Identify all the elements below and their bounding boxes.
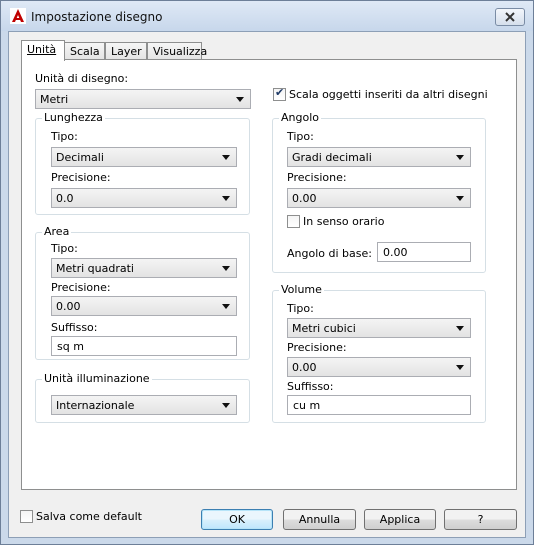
volume-suffix-value: cu m — [293, 399, 321, 412]
volume-type-label: Tipo: — [287, 302, 314, 315]
area-precision-value: 0.00 — [56, 300, 81, 313]
tab-label: Scala — [70, 45, 100, 58]
tab-label: Layer — [111, 45, 142, 58]
area-precision-label: Precisione: — [51, 281, 111, 294]
chevron-down-icon — [222, 266, 230, 271]
volume-type-value: Metri cubici — [292, 322, 356, 335]
tab-units[interactable]: Unità — [21, 40, 65, 61]
area-precision-select[interactable]: 0.00 — [51, 296, 237, 316]
area-group-title: Area — [42, 225, 72, 238]
chevron-down-icon — [222, 403, 230, 408]
scale-inserted-label: Scala oggetti inseriti da altri disegni — [289, 88, 488, 101]
angle-precision-select[interactable]: 0.00 — [287, 188, 471, 208]
angle-group: Angolo Tipo: Gradi decimali Precisione: … — [272, 111, 486, 273]
dialog-client: Unità Scala Layer Visualizza Unità di di… — [8, 31, 526, 538]
area-suffix-label: Suffisso: — [51, 321, 98, 334]
area-type-value: Metri quadrati — [56, 262, 134, 275]
tab-label: Visualizza — [153, 45, 208, 58]
autocad-a-icon — [10, 8, 26, 24]
area-type-label: Tipo: — [51, 242, 78, 255]
tab-scale[interactable]: Scala — [64, 42, 105, 60]
volume-suffix-input[interactable]: cu m — [287, 395, 471, 415]
angle-precision-label: Precisione: — [287, 171, 347, 184]
scale-inserted-checkbox[interactable] — [273, 86, 286, 101]
lighting-group: Unità illuminazione Internazionale — [35, 372, 250, 423]
help-button[interactable]: ? — [444, 509, 517, 530]
chevron-down-icon — [236, 97, 244, 102]
area-suffix-value: sq m — [57, 340, 84, 353]
ok-button-label: OK — [229, 513, 245, 526]
length-precision-label: Precisione: — [51, 171, 111, 184]
angle-type-value: Gradi decimali — [292, 151, 372, 164]
title-bar[interactable]: Impostazione disegno — [1, 1, 533, 31]
base-angle-input[interactable]: 0.00 — [377, 242, 471, 262]
tab-label: Unità — [27, 43, 57, 56]
length-type-select[interactable]: Decimali — [51, 147, 237, 167]
chevron-down-icon — [222, 155, 230, 160]
save-default-checkbox[interactable] — [20, 510, 33, 523]
length-precision-value: 0.0 — [56, 192, 74, 205]
area-type-select[interactable]: Metri quadrati — [51, 258, 237, 278]
length-group: Lunghezza Tipo: Decimali Precisione: 0.0 — [35, 111, 250, 215]
base-angle-label: Angolo di base: — [287, 247, 372, 260]
length-type-value: Decimali — [56, 151, 104, 164]
close-icon — [505, 12, 515, 22]
drawing-units-select[interactable]: Metri — [35, 89, 251, 109]
apply-button[interactable]: Applica — [364, 509, 436, 530]
help-button-label: ? — [477, 513, 484, 526]
clockwise-label: In senso orario — [303, 215, 385, 228]
chevron-down-icon — [456, 326, 464, 331]
area-group: Area Tipo: Metri quadrati Precisione: 0.… — [35, 225, 250, 360]
cancel-button[interactable]: Annulla — [283, 509, 356, 530]
clockwise-checkbox[interactable] — [287, 215, 300, 228]
angle-type-select[interactable]: Gradi decimali — [287, 147, 471, 167]
apply-button-label: Applica — [379, 513, 421, 526]
volume-precision-value: 0.00 — [292, 361, 317, 374]
volume-group-title: Volume — [279, 283, 324, 296]
volume-type-select[interactable]: Metri cubici — [287, 318, 471, 338]
lighting-units-value: Internazionale — [56, 399, 135, 412]
drawing-units-value: Metri — [40, 93, 69, 106]
volume-precision-label: Precisione: — [287, 341, 347, 354]
angle-type-label: Tipo: — [287, 130, 314, 143]
angle-group-title: Angolo — [279, 111, 321, 124]
length-group-title: Lunghezza — [42, 111, 105, 124]
angle-precision-value: 0.00 — [292, 192, 317, 205]
chevron-down-icon — [222, 196, 230, 201]
ok-button[interactable]: OK — [201, 509, 273, 530]
chevron-down-icon — [456, 196, 464, 201]
chevron-down-icon — [222, 304, 230, 309]
length-precision-select[interactable]: 0.0 — [51, 188, 237, 208]
tab-layer[interactable]: Layer — [105, 42, 147, 60]
chevron-down-icon — [456, 365, 464, 370]
tab-display[interactable]: Visualizza — [147, 42, 207, 60]
volume-precision-select[interactable]: 0.00 — [287, 357, 471, 377]
chevron-down-icon — [456, 155, 464, 160]
save-default-label: Salva come default — [36, 510, 142, 523]
base-angle-value: 0.00 — [383, 246, 408, 259]
lighting-group-title: Unità illuminazione — [42, 372, 152, 385]
cancel-button-label: Annulla — [298, 513, 341, 526]
window-title: Impostazione disegno — [31, 10, 163, 24]
close-button[interactable] — [495, 8, 525, 26]
units-panel: Unità di disegno: Metri Scala oggetti in… — [21, 59, 517, 490]
drawing-units-label: Unità di disegno: — [35, 72, 129, 85]
volume-suffix-label: Suffisso: — [287, 380, 334, 393]
length-type-label: Tipo: — [51, 130, 78, 143]
dialog-window: Impostazione disegno Unità Scala Layer V… — [0, 0, 534, 545]
volume-group: Volume Tipo: Metri cubici Precisione: 0.… — [272, 283, 486, 423]
lighting-units-select[interactable]: Internazionale — [51, 395, 237, 415]
area-suffix-input[interactable]: sq m — [51, 336, 237, 356]
